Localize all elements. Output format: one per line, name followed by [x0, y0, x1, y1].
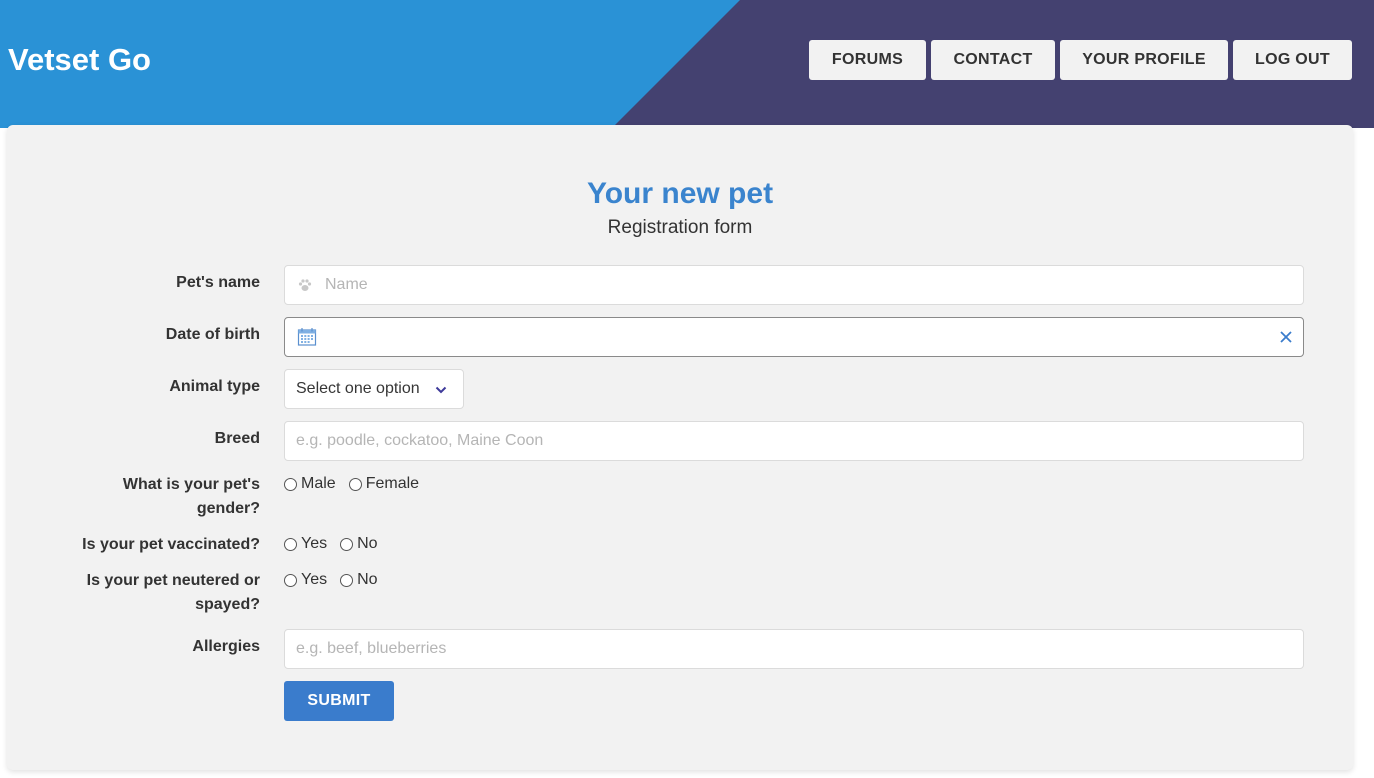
radio-label: Yes — [301, 571, 328, 588]
header: Vetset Go FORUMS CONTACT YOUR PROFILE LO… — [0, 0, 1374, 128]
radio-label: Female — [365, 475, 420, 492]
gender-radio-group: Male Female — [284, 472, 432, 496]
vaccinated-label: Is your pet vaccinated? — [82, 536, 260, 553]
dob-label: Date of birth — [165, 326, 260, 343]
pet-name-label: Pet's name — [176, 274, 260, 291]
pet-name-field[interactable] — [284, 265, 1304, 305]
dob-input[interactable] — [325, 318, 1303, 356]
paw-icon — [297, 277, 313, 293]
vaccinated-option-yes[interactable]: Yes — [284, 535, 327, 553]
submit-button[interactable]: SUBMIT — [284, 681, 394, 721]
nav-forums-button[interactable]: FORUMS — [809, 40, 926, 80]
breed-field[interactable] — [284, 421, 1304, 461]
radio-button[interactable] — [284, 477, 297, 491]
radio-button[interactable] — [340, 573, 354, 587]
allergies-field[interactable] — [284, 629, 1304, 669]
gender-label-line2: gender? — [196, 500, 260, 517]
form-title: Your new pet — [586, 177, 774, 210]
clear-close-icon[interactable] — [1279, 330, 1293, 344]
dob-field[interactable] — [284, 317, 1304, 357]
chevron-down-icon — [435, 383, 447, 395]
radio-label: No — [357, 571, 378, 588]
neutered-option-no[interactable]: No — [340, 571, 378, 589]
neutered-label-line2: spayed? — [195, 596, 260, 613]
breed-input[interactable] — [296, 422, 1303, 460]
animal-type-select[interactable]: Select one option — [284, 369, 464, 409]
nav-your-profile-button[interactable]: YOUR PROFILE — [1060, 40, 1228, 80]
gender-option-male[interactable]: Male — [284, 475, 336, 493]
animal-type-label: Animal type — [169, 378, 260, 395]
vaccinated-option-no[interactable]: No — [340, 535, 378, 553]
breed-label: Breed — [214, 430, 260, 447]
radio-button[interactable] — [284, 573, 297, 587]
radio-label: Male — [301, 475, 336, 492]
allergies-label: Allergies — [192, 638, 260, 655]
nav-log-out-button[interactable]: LOG OUT — [1233, 40, 1352, 80]
gender-option-female[interactable]: Female — [348, 475, 420, 493]
radio-button[interactable] — [348, 477, 362, 491]
neutered-option-yes[interactable]: Yes — [284, 571, 327, 589]
pet-name-input[interactable] — [325, 266, 1303, 304]
radio-button[interactable] — [340, 537, 354, 551]
gender-label-line1: What is your pet's — [122, 476, 260, 493]
nav-contact-button[interactable]: CONTACT — [931, 40, 1055, 80]
brand-logo-text[interactable]: Vetset Go — [8, 41, 151, 79]
form-subtitle: Registration form — [607, 217, 753, 238]
radio-button[interactable] — [284, 537, 297, 551]
allergies-input[interactable] — [296, 630, 1303, 668]
calendar-icon[interactable] — [297, 327, 317, 347]
neutered-label-line1: Is your pet neutered or — [86, 572, 260, 589]
neutered-radio-group: Yes No — [284, 568, 391, 592]
vaccinated-radio-group: Yes No — [284, 532, 391, 556]
radio-label: Yes — [301, 535, 328, 552]
animal-type-selected-value: Select one option — [296, 380, 420, 397]
radio-label: No — [357, 535, 378, 552]
